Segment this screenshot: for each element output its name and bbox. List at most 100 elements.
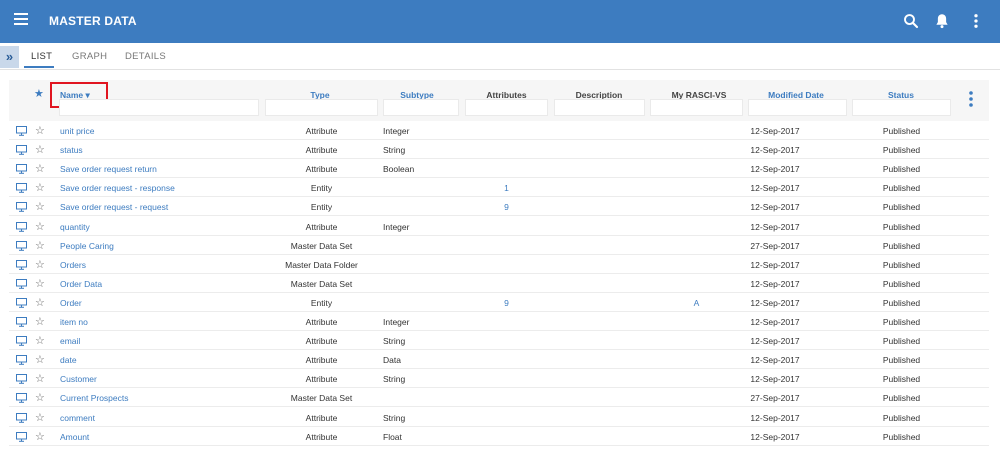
table-row[interactable]: ☆ Amount Attribute Float 12-Sep-2017 Publishe… xyxy=(9,427,989,446)
monitor-icon[interactable] xyxy=(16,183,27,194)
cell-name[interactable]: Customer xyxy=(60,374,97,384)
cell-name[interactable]: date xyxy=(60,355,77,365)
table-row[interactable]: ☆ unit price Attribute Integer 12-Sep-2017 Pu… xyxy=(9,121,989,140)
filter-input-name[interactable] xyxy=(59,99,259,116)
favorite-star-icon[interactable]: ☆ xyxy=(35,124,45,137)
more-vertical-icon[interactable] xyxy=(967,12,985,30)
cell-name[interactable]: quantity xyxy=(60,222,90,232)
favorite-star-icon[interactable]: ☆ xyxy=(35,258,45,271)
cell-name[interactable]: status xyxy=(60,145,83,155)
table-row[interactable]: ☆ status Attribute String 12-Sep-2017 Publish… xyxy=(9,140,989,160)
table-row[interactable]: ☆ Save order request - request Entity 9 12-S… xyxy=(9,197,989,217)
cell-modified-date: 27-Sep-2017 xyxy=(750,240,800,251)
favorite-star-icon[interactable]: ☆ xyxy=(35,391,45,404)
table-row[interactable]: ☆ date Attribute Data 12-Sep-2017 Published xyxy=(9,350,989,370)
cell-attributes[interactable]: 9 xyxy=(465,298,548,308)
cell-name[interactable]: email xyxy=(60,336,80,346)
cell-modified-date: 12-Sep-2017 xyxy=(750,221,800,232)
monitor-icon[interactable] xyxy=(16,126,27,136)
favorite-star-icon[interactable]: ☆ xyxy=(35,239,45,252)
favorite-star-icon[interactable]: ☆ xyxy=(35,353,45,366)
cell-name[interactable]: People Caring xyxy=(60,241,114,251)
cell-name[interactable]: comment xyxy=(60,413,95,423)
favorite-star-icon[interactable]: ☆ xyxy=(35,411,45,424)
filter-input-rasci[interactable] xyxy=(650,99,743,116)
monitor-icon[interactable] xyxy=(16,221,27,232)
cell-name[interactable]: Save order request - request xyxy=(60,202,168,212)
monitor-icon[interactable] xyxy=(16,431,27,442)
table-row[interactable]: ☆ comment Attribute String 12-Sep-2017 Publis… xyxy=(9,408,989,427)
filter-input-modified-date[interactable] xyxy=(748,99,847,116)
filter-input-type[interactable] xyxy=(265,99,378,116)
table-row[interactable]: ☆ Save order request return Attribute Boole… xyxy=(9,159,989,179)
monitor-icon[interactable] xyxy=(16,240,27,251)
cell-rasci[interactable]: A xyxy=(650,298,743,308)
cell-attributes[interactable]: 1 xyxy=(465,183,548,193)
cell-name[interactable]: Orders xyxy=(60,260,86,270)
cell-name[interactable]: unit price xyxy=(60,126,95,136)
cell-type: Attribute xyxy=(305,431,338,442)
table-row[interactable]: ☆ Current Prospects Master Data Set 27-Sep-… xyxy=(9,388,989,408)
monitor-icon[interactable] xyxy=(16,278,27,289)
favorite-star-icon[interactable]: ☆ xyxy=(35,162,45,175)
table-row[interactable]: ☆ Customer Attribute String 12-Sep-2017 Publi… xyxy=(9,369,989,389)
monitor-icon[interactable] xyxy=(16,412,27,423)
filter-input-attributes[interactable] xyxy=(465,99,548,116)
cell-status: Published xyxy=(882,393,921,404)
favorite-star-icon[interactable]: ☆ xyxy=(35,296,45,309)
favorite-star-icon[interactable]: ☆ xyxy=(35,430,45,443)
monitor-icon[interactable] xyxy=(16,297,27,308)
expand-panel-icon[interactable]: » xyxy=(0,46,19,68)
table-row[interactable]: ☆ Orders Master Data Folder 12-Sep-2017 Publ… xyxy=(9,255,989,274)
favorite-column-star-icon[interactable]: ★ xyxy=(34,87,44,100)
monitor-icon[interactable] xyxy=(16,145,27,155)
cell-subtype: Float xyxy=(383,431,402,442)
table-row[interactable]: ☆ item no Attribute Integer 12-Sep-2017 Publi… xyxy=(9,312,989,331)
hamburger-menu-icon[interactable] xyxy=(14,13,28,29)
table-row[interactable]: ☆ email Attribute String 12-Sep-2017 Publishe… xyxy=(9,331,989,351)
cell-status: Published xyxy=(882,145,921,156)
favorite-star-icon[interactable]: ☆ xyxy=(35,334,45,347)
cell-name[interactable]: Order xyxy=(60,298,82,308)
table-row[interactable]: ☆ People Caring Master Data Set 27-Sep-2017… xyxy=(9,236,989,255)
monitor-icon[interactable] xyxy=(16,317,27,327)
bell-icon[interactable] xyxy=(933,12,951,30)
cell-name[interactable]: item no xyxy=(60,317,88,327)
table-row[interactable]: ☆ quantity Attribute Integer 12-Sep-2017 Publ… xyxy=(9,217,989,236)
filter-input-status[interactable] xyxy=(852,99,951,116)
monitor-icon[interactable] xyxy=(16,355,27,365)
tab-details[interactable]: DETAILS xyxy=(125,51,166,62)
cell-attributes[interactable]: 9 xyxy=(465,202,548,212)
table-row[interactable]: ☆ Save order request - response Entity 1 12-… xyxy=(9,178,989,198)
monitor-icon[interactable] xyxy=(16,393,27,404)
table-row[interactable]: ☆ Order Entity 9 A 12-Sep-2017 Published xyxy=(9,293,989,312)
table-row[interactable]: ☆ Order Data Master Data Set 12-Sep-2017 Pub… xyxy=(9,274,989,293)
filter-input-description[interactable] xyxy=(554,99,645,116)
monitor-icon[interactable] xyxy=(16,202,27,213)
cell-modified-date: 12-Sep-2017 xyxy=(750,374,800,385)
cell-name[interactable]: Amount xyxy=(60,432,89,442)
cell-name[interactable]: Order Data xyxy=(60,279,102,289)
favorite-star-icon[interactable]: ☆ xyxy=(35,277,45,290)
search-icon[interactable] xyxy=(902,12,920,30)
tab-graph[interactable]: GRAPH xyxy=(72,51,107,62)
column-options-icon[interactable] xyxy=(967,90,975,108)
favorite-star-icon[interactable]: ☆ xyxy=(35,372,45,385)
cell-name[interactable]: Save order request return xyxy=(60,164,157,174)
cell-name[interactable]: Save order request - response xyxy=(60,183,175,193)
favorite-star-icon[interactable]: ☆ xyxy=(35,181,45,194)
monitor-icon[interactable] xyxy=(16,164,27,174)
monitor-icon[interactable] xyxy=(16,259,27,270)
filter-input-subtype[interactable] xyxy=(383,99,459,116)
cell-subtype: String xyxy=(383,145,406,156)
monitor-icon[interactable] xyxy=(16,336,27,346)
tab-list[interactable]: LIST xyxy=(31,51,52,62)
cell-name[interactable]: Current Prospects xyxy=(60,393,129,403)
favorite-star-icon[interactable]: ☆ xyxy=(35,143,45,156)
cell-status: Published xyxy=(882,240,921,251)
monitor-icon[interactable] xyxy=(16,374,27,385)
favorite-star-icon[interactable]: ☆ xyxy=(35,220,45,233)
favorite-star-icon[interactable]: ☆ xyxy=(35,200,45,213)
cell-type: Entity xyxy=(310,183,333,194)
favorite-star-icon[interactable]: ☆ xyxy=(35,315,45,328)
